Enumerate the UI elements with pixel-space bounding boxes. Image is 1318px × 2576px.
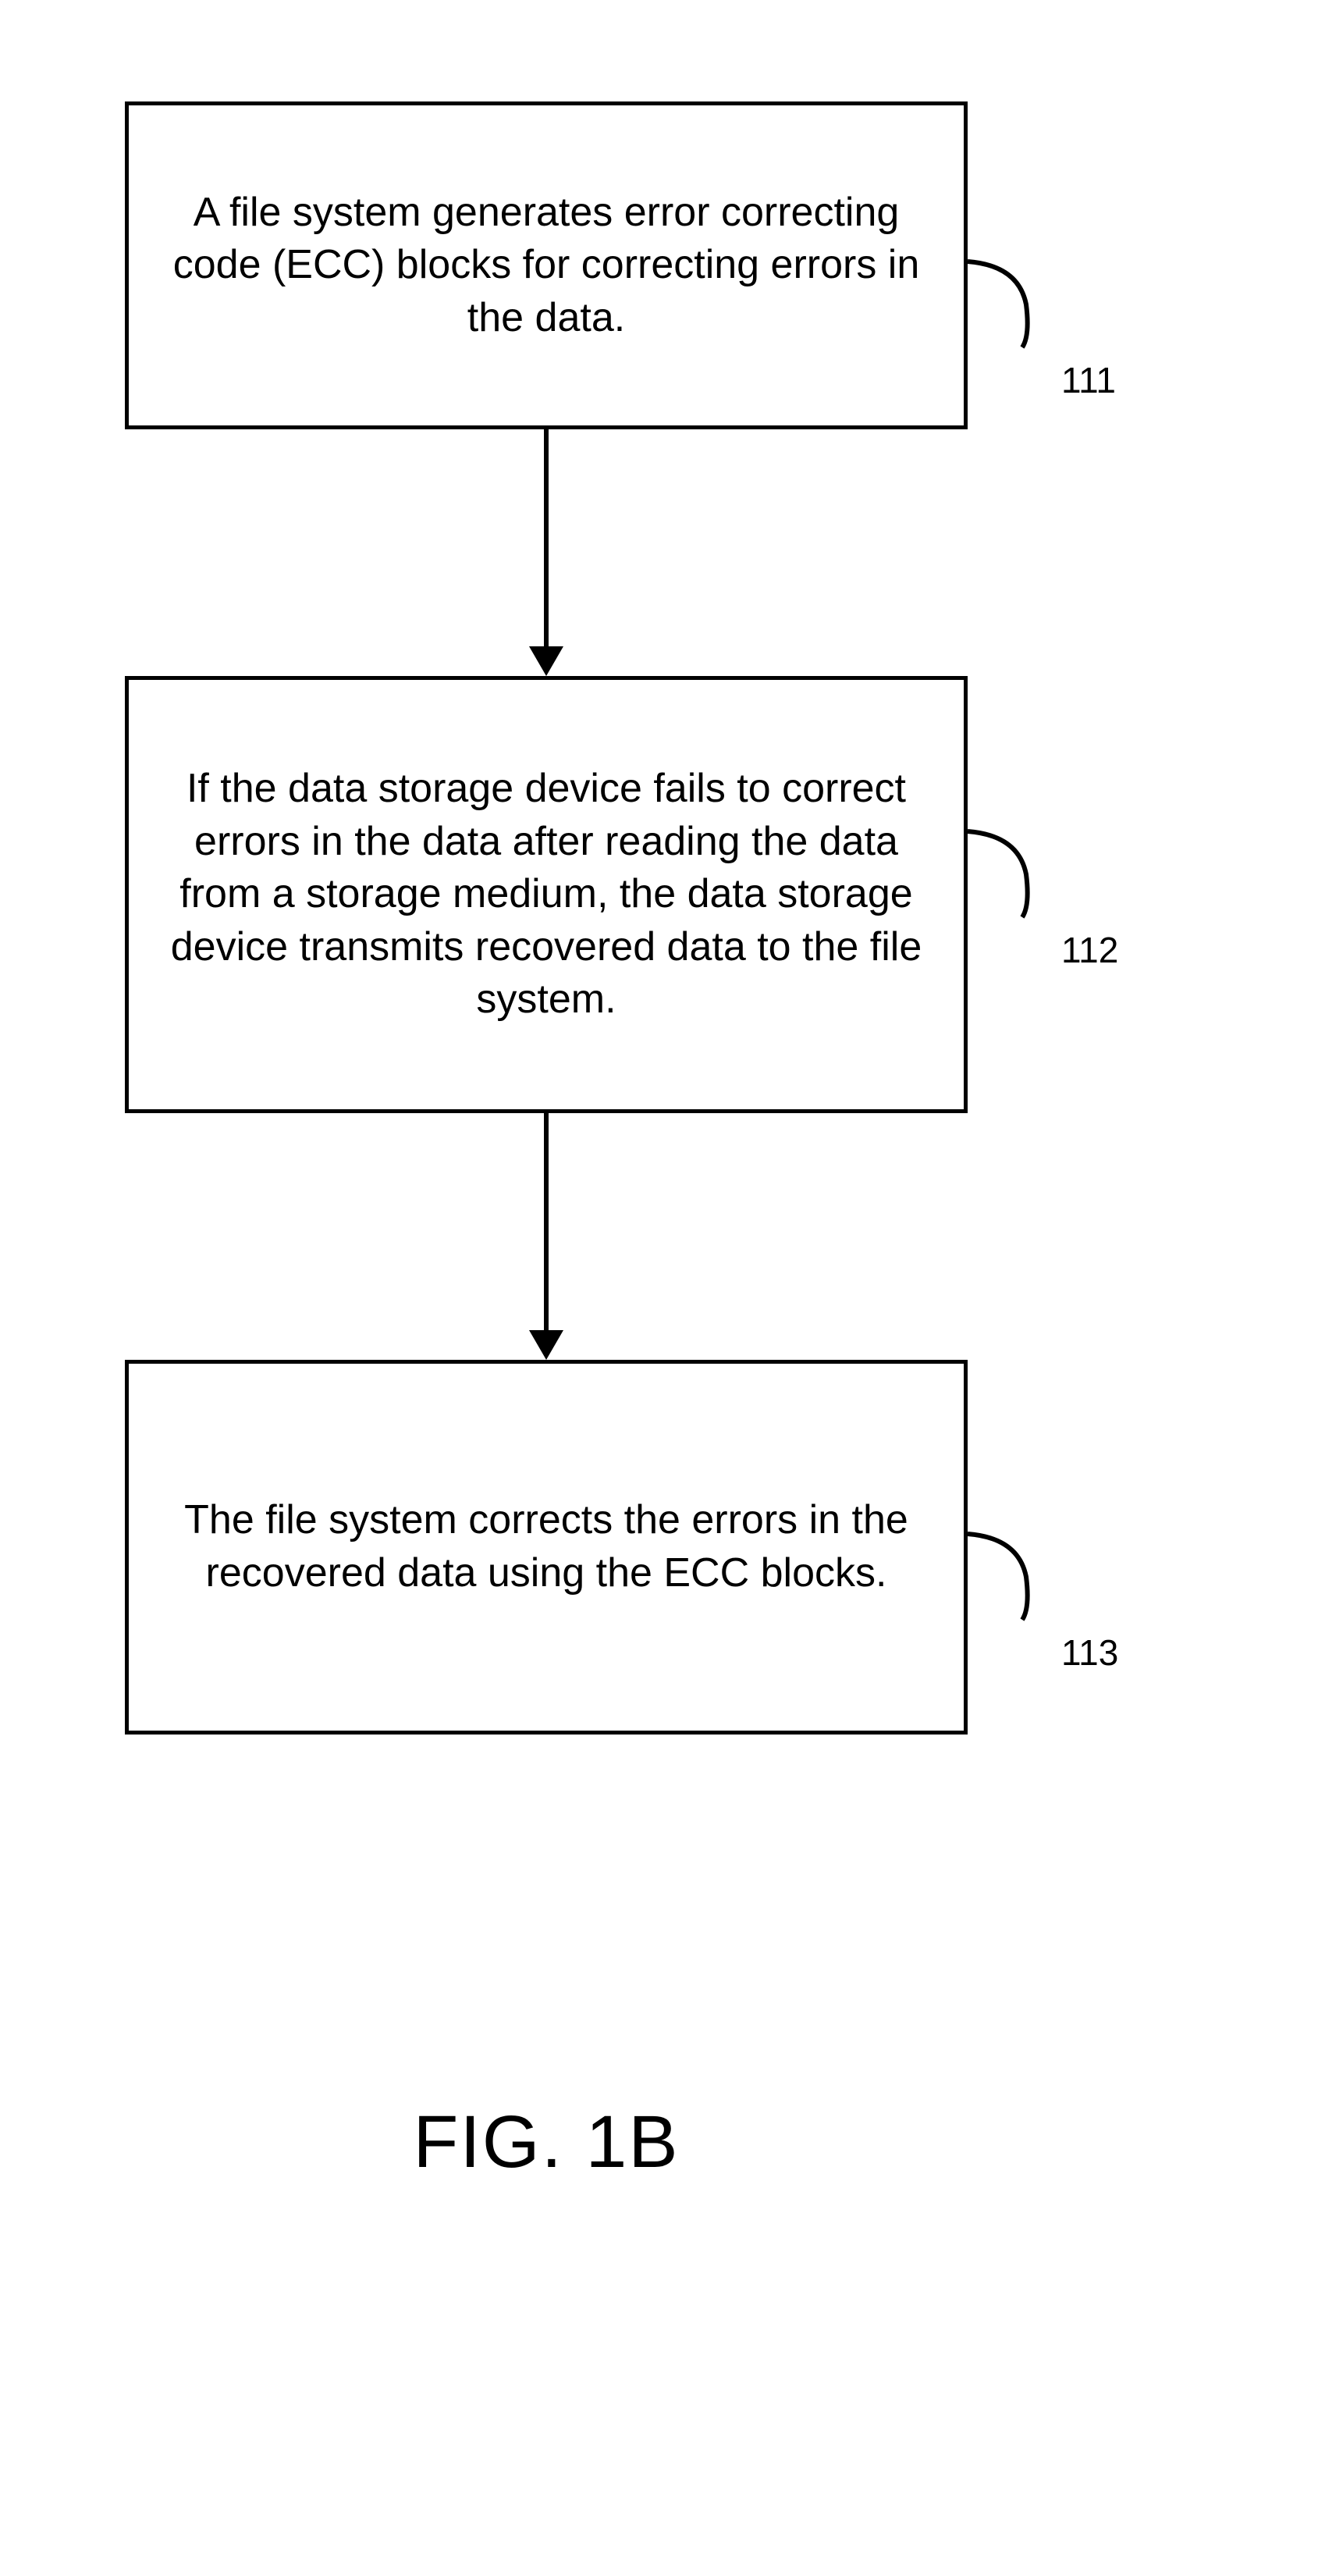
flowchart-box-3: The file system corrects the errors in t… [125,1360,968,1735]
arrow-1-head [529,646,563,676]
arrow-1-line [544,429,549,648]
connector-curve-1 [964,258,1057,351]
box-3-text: The file system corrects the errors in t… [168,1494,925,1599]
arrow-2-line [544,1113,549,1332]
arrow-2 [529,1113,563,1360]
box-1-label: 111 [1061,359,1116,401]
figure-caption: FIG. 1B [125,2100,968,2185]
connector-curve-3 [964,1530,1057,1624]
box-2-label: 112 [1061,929,1118,971]
flowchart-box-2: If the data storage device fails to corr… [125,676,968,1113]
box-1-text: A file system generates error correcting… [168,187,925,345]
flowchart-box-1: A file system generates error correcting… [125,101,968,429]
arrow-container-1 [125,429,968,676]
flowchart-container: A file system generates error correcting… [125,101,1217,1735]
box-2-text: If the data storage device fails to corr… [168,763,925,1026]
connector-curve-2 [964,827,1057,921]
box-3-label: 113 [1061,1631,1118,1674]
arrow-1 [529,429,563,676]
arrow-container-2 [125,1113,968,1360]
arrow-2-head [529,1330,563,1360]
